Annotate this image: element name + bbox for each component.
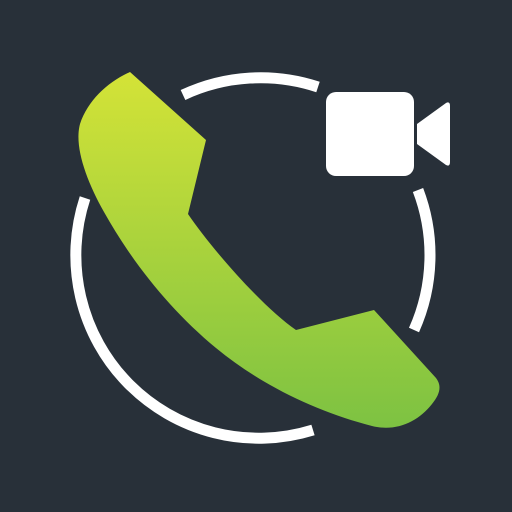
camera-body	[326, 92, 414, 176]
icon-artwork	[0, 0, 512, 512]
video-call-app-icon[interactable]	[0, 0, 512, 512]
